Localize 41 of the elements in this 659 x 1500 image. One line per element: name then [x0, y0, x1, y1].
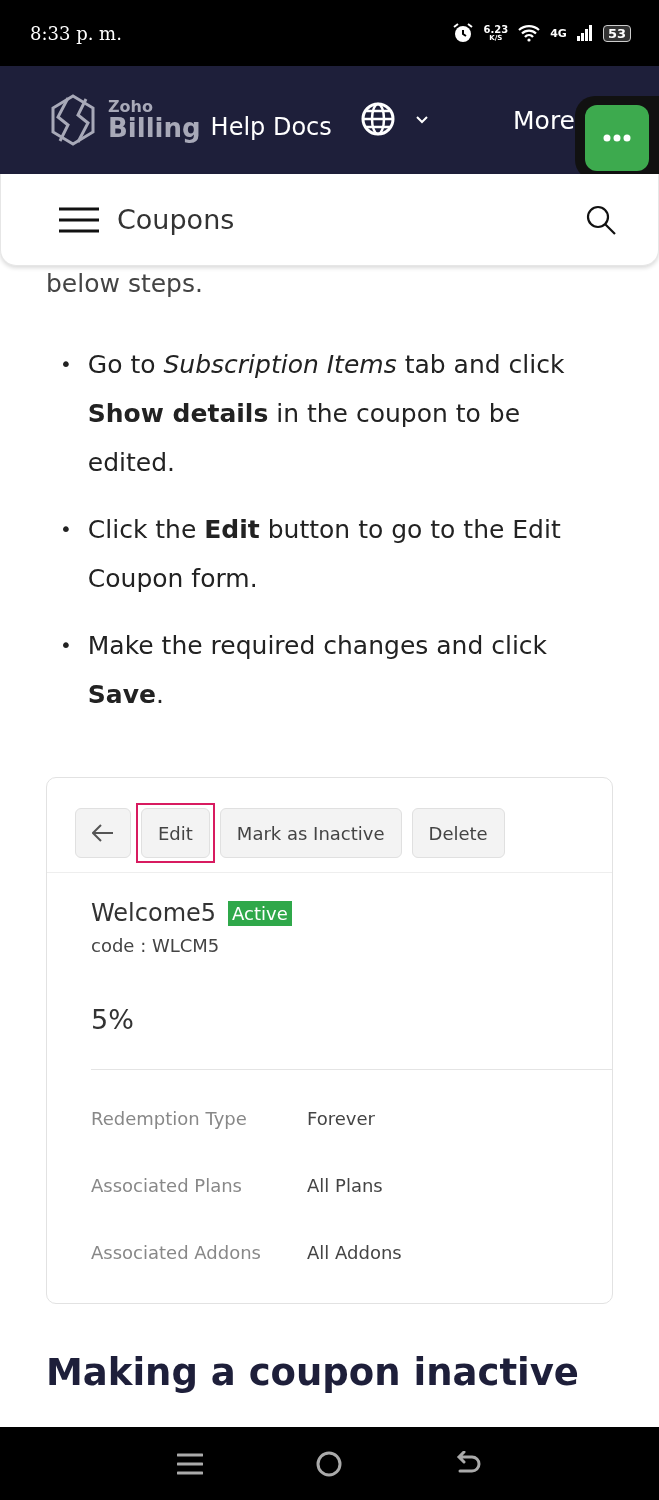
bullet-mark: •: [60, 632, 72, 659]
network-type: 4G: [550, 26, 567, 40]
discount-value: 5%: [91, 1004, 612, 1070]
wifi-icon: [518, 24, 541, 42]
toolbar-button[interactable]: Delete: [411, 808, 505, 858]
status-badge: Active: [228, 900, 292, 926]
step-text: Go to Subscription Items tab and click Show details in the coupon to be edited.: [87, 349, 566, 479]
detail-label: Associated Addons: [91, 1242, 262, 1263]
back-button[interactable]: [75, 808, 131, 858]
battery-level: 53: [602, 24, 631, 42]
step-text: Click the Edit button to go to the Edit Coupon form.: [87, 514, 562, 595]
detail-label: Redemption Type: [91, 1108, 248, 1129]
brand-name: Zoho Billing: [108, 99, 201, 141]
toolbar-button[interactable]: Mark as Inactive: [219, 808, 402, 858]
paragraph-text: below steps.: [46, 268, 204, 300]
menu-icon[interactable]: [176, 1452, 203, 1475]
coupon-code: code : WLCM5: [91, 935, 221, 956]
section-heading: Making a coupon inactive: [46, 1350, 580, 1396]
page-title: Coupons: [117, 204, 236, 235]
globe-icon[interactable]: [359, 101, 396, 137]
alarm-icon: [451, 22, 474, 44]
coupon-name: Welcome5: [91, 899, 217, 927]
menu-icon[interactable]: [59, 206, 99, 233]
chevron-down-icon[interactable]: [415, 116, 428, 124]
bullet-mark: •: [60, 516, 72, 543]
site-title: Help Docs: [210, 113, 332, 141]
search-icon[interactable]: [586, 204, 616, 235]
arrow-left-icon: [92, 824, 114, 842]
more-icon: [603, 134, 631, 142]
step-text: Make the required changes and click Save.: [87, 630, 549, 711]
detail-value: All Plans: [307, 1175, 384, 1196]
detail-label: Associated Plans: [91, 1175, 243, 1196]
bullet-mark: •: [60, 351, 72, 378]
chat-button[interactable]: [585, 105, 649, 171]
home-icon[interactable]: [316, 1450, 343, 1477]
status-time: 8:33 p. m.: [30, 22, 122, 44]
toolbar-button[interactable]: Edit: [141, 808, 210, 858]
signal-icon: [576, 25, 593, 41]
detail-value: Forever: [307, 1108, 376, 1129]
detail-value: All Addons: [307, 1242, 403, 1263]
more-link[interactable]: More: [513, 105, 575, 135]
